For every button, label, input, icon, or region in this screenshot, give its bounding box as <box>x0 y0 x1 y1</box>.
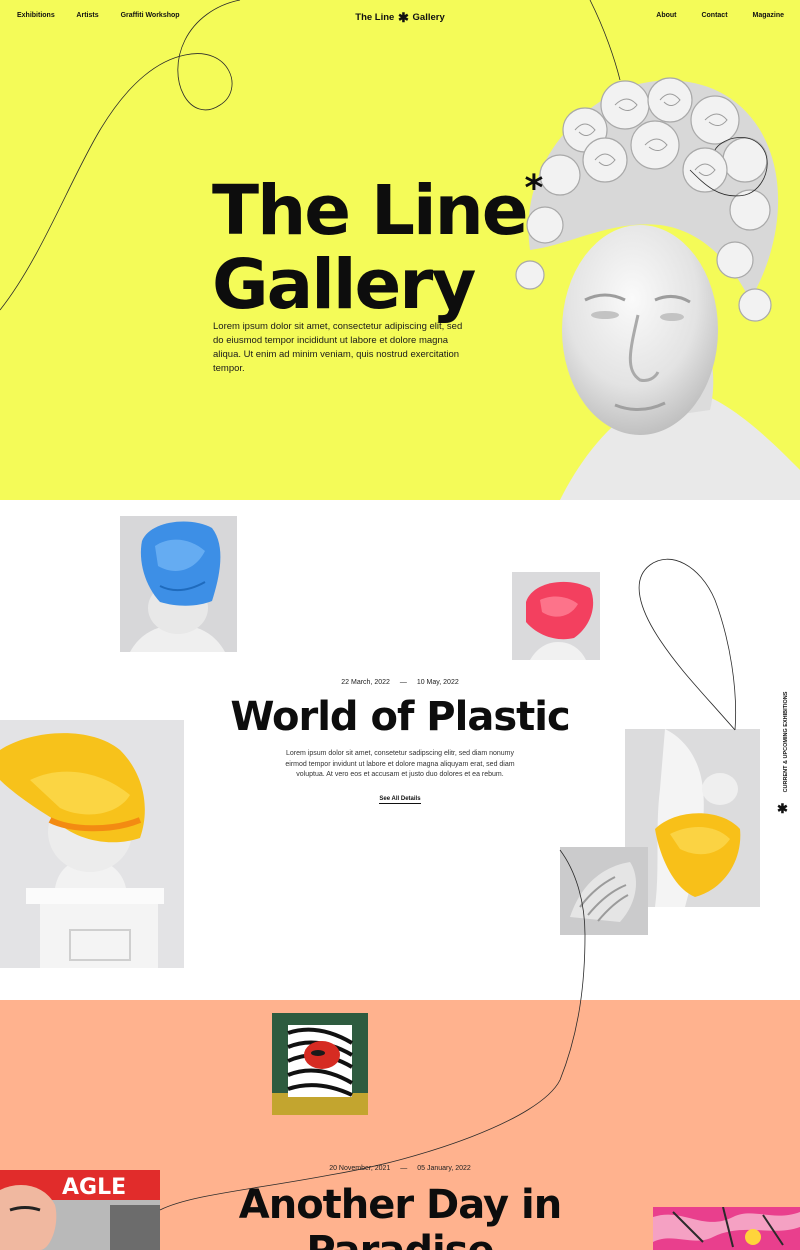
asterisk-icon: ✱ <box>777 801 788 816</box>
yellow-bag-bust-photo <box>0 720 184 968</box>
exhibition-end-date: 10 May, 2022 <box>416 679 459 686</box>
see-all-details-label[interactable]: See All Details <box>379 796 421 804</box>
exhibition-title-line1: Another Day in <box>238 1182 562 1228</box>
red-bag-bust-photo <box>512 572 600 660</box>
nav-contact-link[interactable]: Contact <box>701 12 727 19</box>
hero-title: The Line* Gallery <box>212 152 543 322</box>
current-upcoming-exhibitions-label: CURRENT & UPCOMING EXHIBITIONS <box>783 691 789 793</box>
exhibition-title: Another Day in Paradise <box>0 1182 800 1250</box>
hero-description: Lorem ipsum dolor sit amet, consectetur … <box>213 321 463 374</box>
see-all-details-link[interactable]: See All Details <box>0 796 800 804</box>
exhibition-world-of-plastic: 22 March, 2022 — 10 May, 2022 World of P… <box>0 500 800 1000</box>
exhibition-title: World of Plastic <box>230 694 570 740</box>
nav-about-link[interactable]: About <box>656 12 676 19</box>
hero-title-line1: The Line <box>212 171 529 251</box>
exhibition-description: Lorem ipsum dolor sit amet, consetetur s… <box>285 750 515 778</box>
date-dash: — <box>399 679 407 686</box>
zebra-portrait-photo <box>272 1013 368 1115</box>
hero-title-line2: Gallery <box>212 245 476 325</box>
exhibition-start-date: 22 March, 2022 <box>341 679 390 686</box>
blue-bag-bust-photo <box>120 516 237 652</box>
hands-sculpture-photo <box>560 847 648 935</box>
exhibition-end-date: 05 January, 2022 <box>417 1165 471 1172</box>
brand-name-part1: The Line <box>355 12 395 23</box>
hero-section: Exhibitions Artists Graffiti Workshop Th… <box>0 0 800 500</box>
nav-right: About Contact Magazine <box>633 12 784 19</box>
brand-name-part2: Gallery <box>412 12 445 23</box>
asterisk-icon: ✱ <box>397 10 409 25</box>
exhibition-start-date: 20 November, 2021 <box>329 1165 391 1172</box>
exhibition-title-line2: Paradise <box>0 1228 800 1250</box>
nav-magazine-link[interactable]: Magazine <box>752 12 784 19</box>
hero-title-asterisk: * <box>524 168 544 209</box>
exhibition-another-day-in-paradise: AGLE 20 November, 2021 — 05 January, 202… <box>0 1000 800 1250</box>
exhibition-dates: 22 March, 2022 — 10 May, 2022 <box>0 679 800 686</box>
exhibition-dates: 20 November, 2021 — 05 January, 2022 <box>0 1165 800 1172</box>
date-dash: — <box>400 1165 408 1172</box>
